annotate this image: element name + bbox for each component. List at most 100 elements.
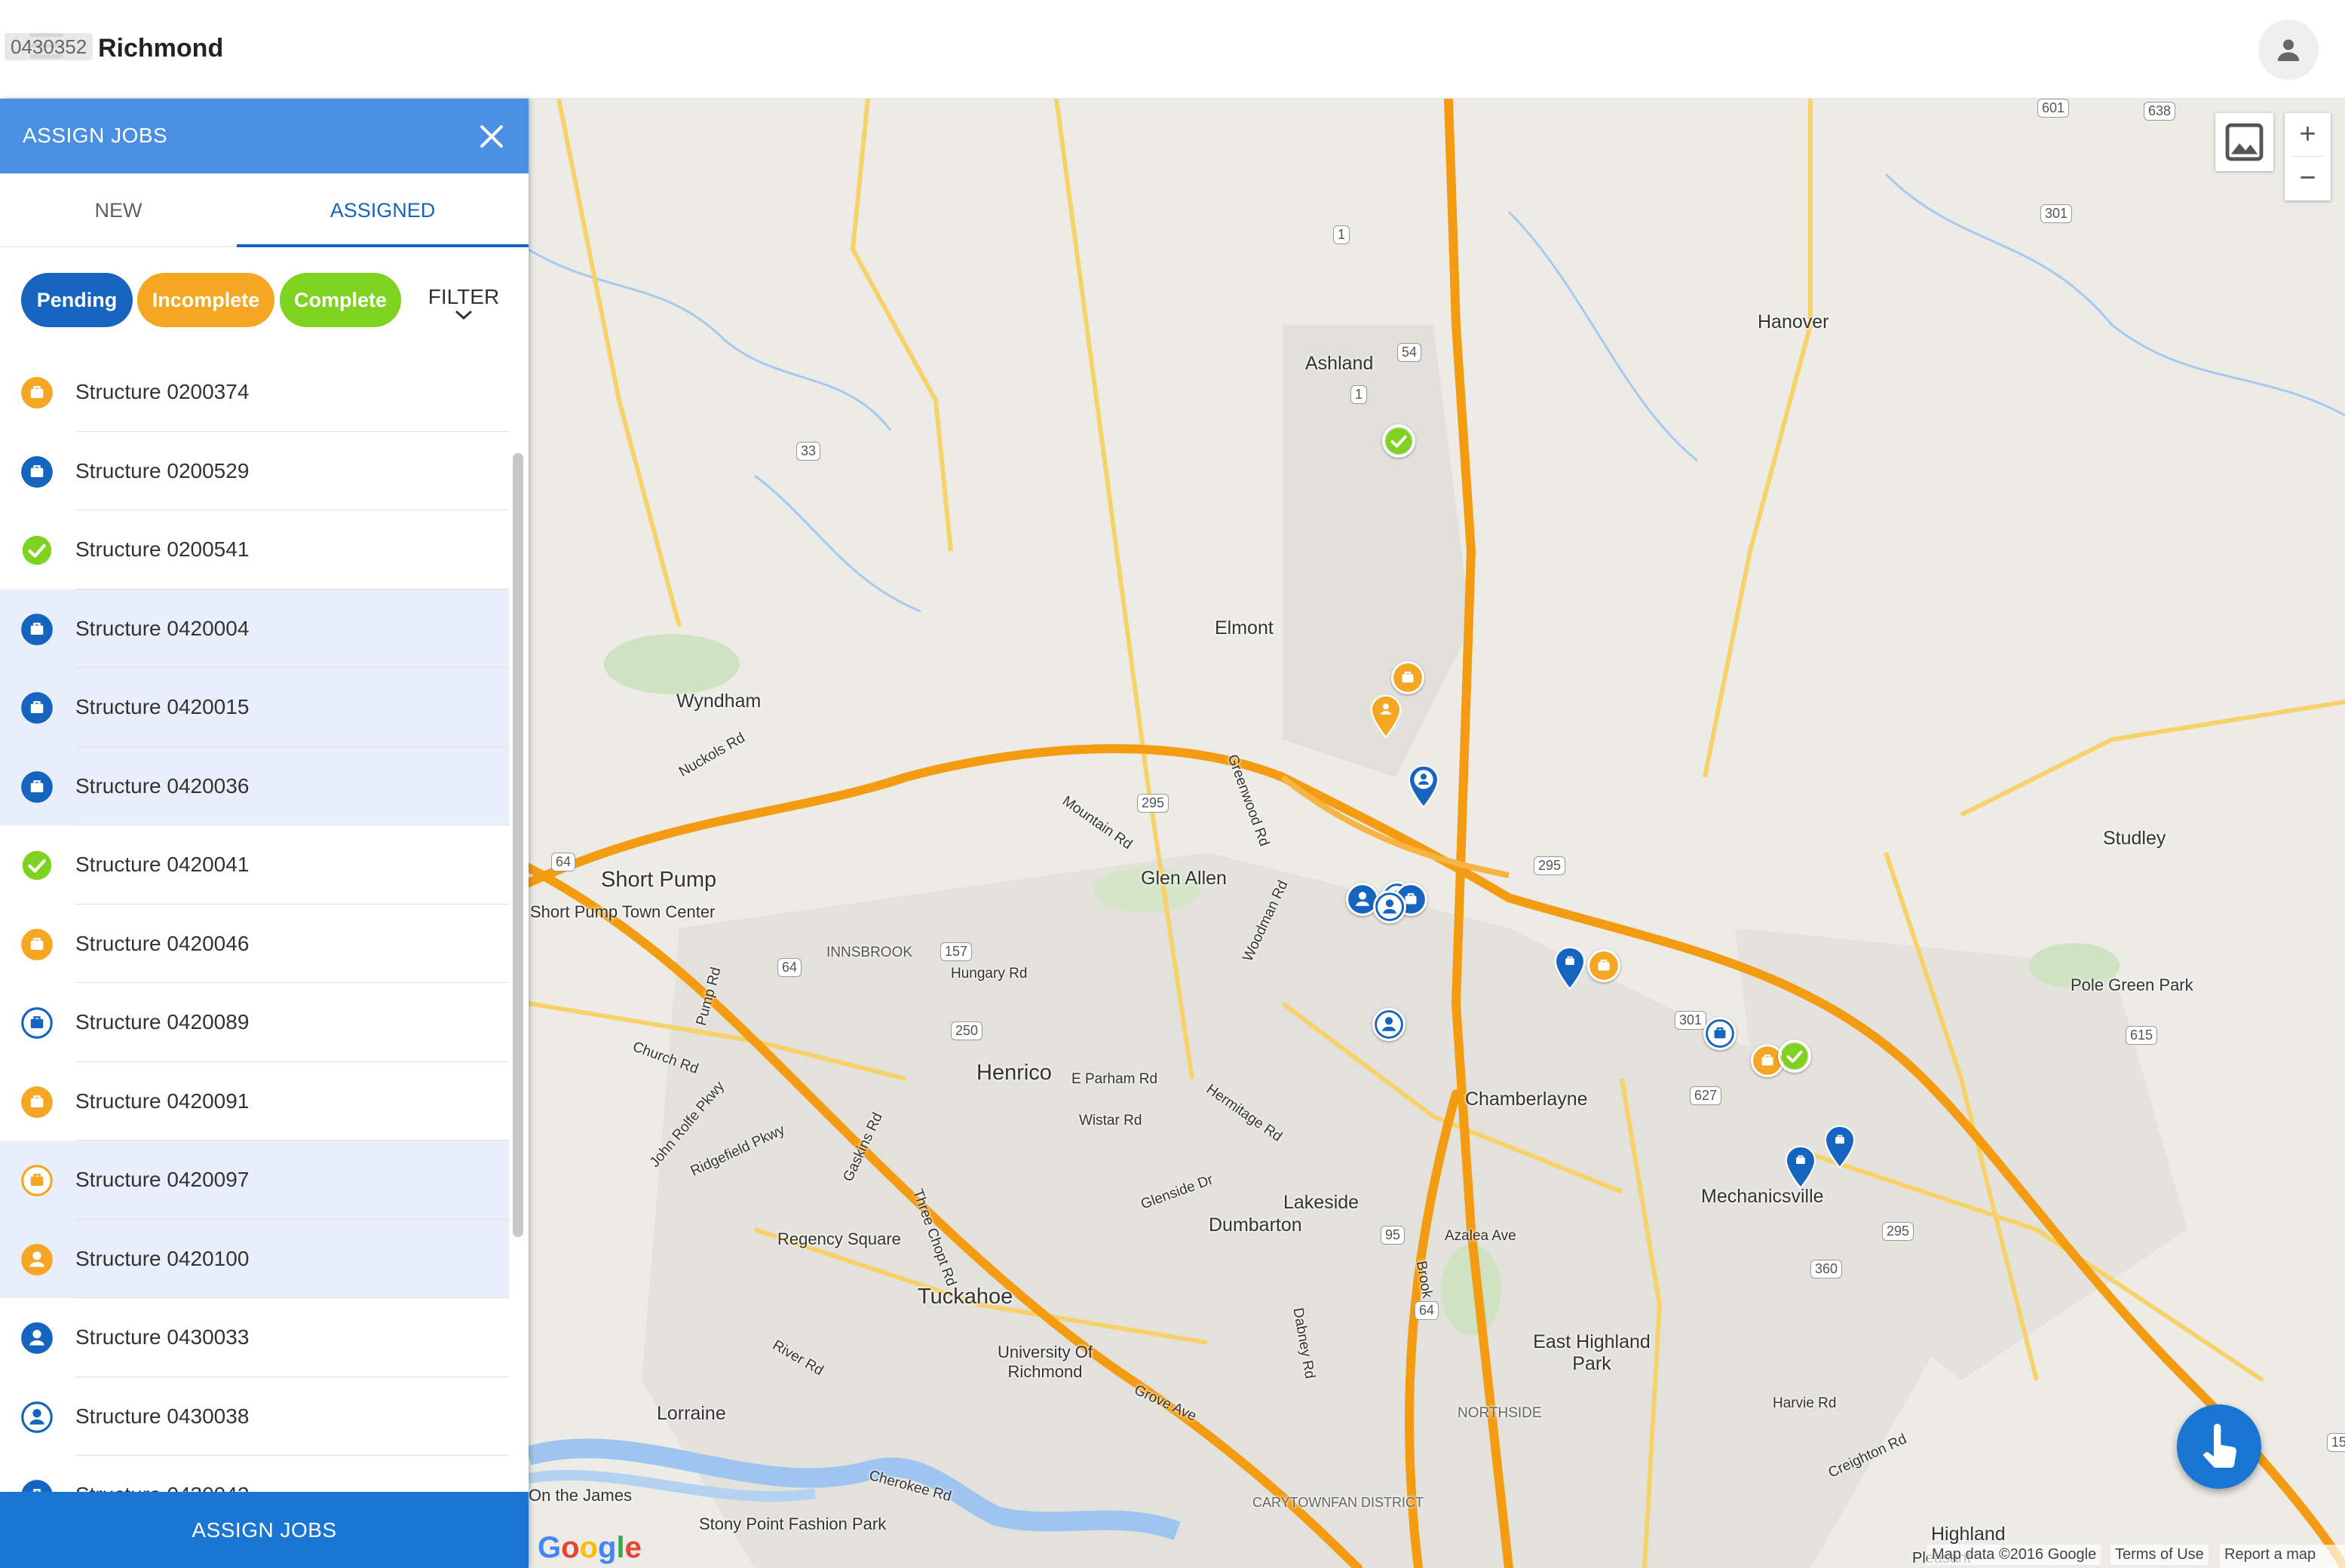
map-place-label: NORTHSIDE: [1458, 1405, 1542, 1421]
panel-tabs: NEW ASSIGNED: [0, 173, 529, 247]
terms-of-use-link[interactable]: Terms of Use: [2110, 1545, 2209, 1565]
map-data-attribution: Map data ©2016 Google: [1927, 1545, 2101, 1565]
structure-label: Structure 0420036: [75, 773, 250, 798]
structure-list-item[interactable]: Structure 0420015: [0, 668, 509, 747]
structure-label: Structure 0420015: [75, 695, 250, 718]
map-job-marker-briefcase-outline-icon[interactable]: [1703, 1017, 1737, 1050]
road-shield: 301: [1675, 1011, 1707, 1030]
map-job-marker[interactable]: [1784, 1145, 1817, 1194]
map-job-marker-briefcase-icon[interactable]: [1391, 661, 1424, 694]
structure-list-item[interactable]: Structure 0200374: [0, 353, 509, 432]
status-filters: Pending Incomplete Complete FILTER: [0, 247, 529, 353]
road-shield: 54: [1397, 343, 1422, 362]
zoom-out-button[interactable]: −: [2285, 157, 2331, 200]
map-job-marker-check-icon[interactable]: [1382, 424, 1415, 458]
map-place-label: Wyndham: [676, 691, 762, 712]
account-avatar-button[interactable]: [2258, 20, 2319, 80]
structure-list-item[interactable]: Structure 0420091: [0, 1062, 509, 1141]
map-place-label: Highland: [1931, 1524, 2006, 1545]
zoom-in-button[interactable]: +: [2285, 113, 2331, 156]
map-view[interactable]: Hanover Ashland Elmont Wyndham Studley S…: [529, 99, 2345, 1568]
incomplete-filter-chip[interactable]: Incomplete: [137, 273, 274, 327]
briefcase-icon: [21, 692, 53, 724]
person-outline-icon: [1412, 768, 1435, 795]
structure-label: Structure 0420046: [75, 931, 250, 955]
structure-list-item[interactable]: Structure 0420100: [0, 1219, 509, 1298]
structure-label: Structure 0200529: [75, 458, 250, 482]
structure-list-item[interactable]: Structure 0430038: [0, 1377, 509, 1456]
structure-label: Structure 0420089: [75, 1010, 250, 1034]
panel-title: ASSIGN JOBS: [23, 124, 168, 147]
structure-label: Structure 0200374: [75, 380, 250, 403]
map-base-layer: [529, 99, 2345, 1568]
map-job-marker[interactable]: [1369, 694, 1402, 743]
map-job-marker[interactable]: [1823, 1125, 1856, 1174]
check-icon: [21, 850, 53, 881]
structure-list-item[interactable]: Structure 0420089: [0, 983, 509, 1062]
close-icon[interactable]: [475, 120, 508, 153]
structure-list-item[interactable]: Structure 0420097: [0, 1141, 509, 1220]
map-place-label: Elmont: [1215, 617, 1274, 639]
person-outline-icon: [21, 1401, 53, 1433]
map-place-label: Short Pump Town Center: [530, 902, 716, 921]
structure-list-item[interactable]: Structure 0420046: [0, 905, 509, 983]
person-icon: [21, 1322, 53, 1354]
map-job-marker-check-icon[interactable]: [1778, 1040, 1811, 1073]
road-shield: 95: [1381, 1226, 1405, 1245]
map-place-label: Henrico: [976, 1061, 1052, 1085]
complete-filter-chip[interactable]: Complete: [280, 273, 401, 327]
tab-new[interactable]: NEW: [0, 173, 237, 247]
structure-list-item[interactable]: Structure 0200529: [0, 432, 509, 510]
structure-label: Structure 0420097: [75, 1168, 250, 1191]
map-street-label: Wistar Rd: [1079, 1113, 1142, 1129]
map-job-marker[interactable]: [1553, 946, 1586, 995]
road-shield: 295: [1534, 856, 1566, 875]
structure-list-item[interactable]: Structure 0420004: [0, 589, 509, 668]
map-place-label: Stony Point Fashion Park: [699, 1514, 887, 1533]
map-job-marker-person-outline-icon[interactable]: [1372, 1008, 1405, 1041]
structure-list-item[interactable]: Structure 0200541: [0, 510, 509, 590]
map-place-label: Short Pump: [601, 868, 717, 892]
chevron-down-icon: [455, 310, 473, 320]
map-place-label: Pole Green Park: [2071, 975, 2193, 994]
road-shield: 33: [796, 442, 821, 461]
road-shield: 627: [1690, 1086, 1722, 1105]
map-street-label: Azalea Ave: [1445, 1228, 1516, 1244]
structure-list-item[interactable]: Structure 0430033: [0, 1298, 509, 1377]
map-place-label: On the James: [529, 1486, 632, 1505]
structure-list-item[interactable]: Structure 0420036: [0, 746, 509, 825]
map-place-label: Glen Allen: [1141, 868, 1227, 889]
road-shield: 601: [2037, 99, 2070, 118]
panel-header: ASSIGN JOBS: [0, 99, 529, 173]
map-place-label: University Of Richmond: [998, 1343, 1093, 1381]
structure-label: Structure 0430038: [75, 1404, 250, 1428]
list-scrollbar[interactable]: [513, 453, 523, 1237]
briefcase-icon: [21, 928, 53, 960]
road-shield: 156: [2327, 1433, 2345, 1452]
map-place-label: Dumbarton: [1209, 1214, 1302, 1236]
tab-assigned[interactable]: ASSIGNED: [237, 173, 529, 247]
check-icon: [21, 534, 53, 566]
road-shield: 360: [1810, 1260, 1843, 1279]
satellite-toggle-button[interactable]: [2215, 113, 2273, 171]
map-place-label: INNSBROOK: [826, 945, 913, 960]
map-job-marker[interactable]: [1407, 764, 1440, 813]
assign-gesture-fab[interactable]: [2177, 1404, 2261, 1489]
briefcase-icon: [1559, 950, 1581, 976]
briefcase-icon: [1789, 1149, 1812, 1175]
report-map-error-link[interactable]: Report a map error: [2220, 1545, 2345, 1568]
map-place-label: FAN DISTRICT: [1331, 1495, 1424, 1510]
assign-jobs-button[interactable]: ASSIGN JOBS: [0, 1492, 529, 1568]
road-shield: 1: [1333, 225, 1350, 244]
road-shield: 295: [1137, 794, 1169, 813]
pending-filter-chip[interactable]: Pending: [21, 273, 133, 327]
structure-label: Structure 0420100: [75, 1246, 250, 1270]
map-job-marker-briefcase-icon[interactable]: [1587, 949, 1620, 982]
briefcase-icon: [1828, 1129, 1851, 1155]
touch-icon: [2202, 1423, 2236, 1468]
map-job-marker-person-outline-icon[interactable]: [1373, 890, 1406, 923]
map-place-label: Ashland: [1305, 353, 1374, 374]
structure-list-item[interactable]: Structure 0420041: [0, 825, 509, 905]
filter-dropdown-button[interactable]: FILTER: [422, 285, 505, 330]
map-place-label: Studley: [2103, 828, 2166, 849]
